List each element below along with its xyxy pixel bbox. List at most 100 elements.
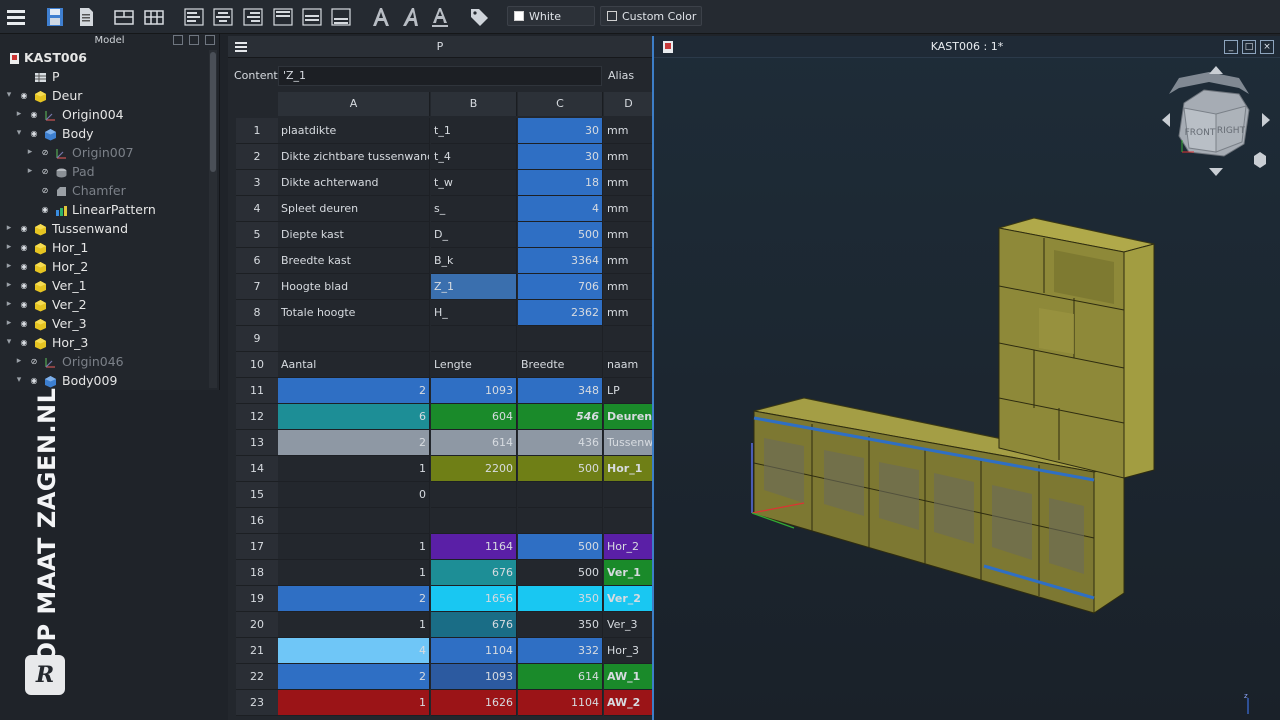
cell-d17[interactable]: Hor_2: [604, 534, 652, 560]
model-tree-scrollbar[interactable]: [209, 50, 217, 388]
cell-c7[interactable]: 706: [518, 274, 603, 300]
expand-down-icon[interactable]: ▾: [14, 124, 24, 143]
tree-item-ver_1[interactable]: ▸ ◉ Ver_1: [0, 276, 210, 295]
expand-right-icon[interactable]: ▸: [14, 352, 24, 371]
hidden-eye-icon[interactable]: ⊘: [28, 352, 40, 371]
panel-close-icon[interactable]: [205, 35, 215, 45]
column-header-a[interactable]: A: [278, 92, 430, 116]
cell-a1[interactable]: plaatdikte: [278, 118, 430, 144]
cell-a22[interactable]: 2: [278, 664, 430, 690]
cell-c3[interactable]: 18: [518, 170, 603, 196]
expand-right-icon[interactable]: ▸: [4, 219, 14, 238]
expand-right-icon[interactable]: ▸: [25, 143, 35, 162]
cell-c22[interactable]: 614: [518, 664, 603, 690]
tree-item-origin046[interactable]: ▸ ⊘ Origin046: [0, 352, 210, 371]
cell-c17[interactable]: 500: [518, 534, 603, 560]
cell-d9[interactable]: [604, 326, 652, 352]
tree-item-body[interactable]: ▾ ◉ Body: [0, 124, 210, 143]
tree-item-origin007[interactable]: ▸ ⊘ Origin007: [0, 143, 210, 162]
cell-c5[interactable]: 500: [518, 222, 603, 248]
cell-c15[interactable]: [518, 482, 603, 508]
list-icon[interactable]: [5, 6, 27, 28]
cell-c8[interactable]: 2362: [518, 300, 603, 326]
expand-right-icon[interactable]: ▸: [4, 238, 14, 257]
cell-b10[interactable]: Lengte: [431, 352, 517, 378]
row-header[interactable]: 4: [236, 196, 278, 222]
visible-eye-icon[interactable]: ◉: [28, 124, 40, 143]
row-header[interactable]: 21: [236, 638, 278, 664]
panel-restore-icon[interactable]: [189, 35, 199, 45]
align-right-icon[interactable]: [242, 6, 264, 28]
cell-a6[interactable]: Breedte kast: [278, 248, 430, 274]
cell-d4[interactable]: mm: [604, 196, 652, 222]
expand-right-icon[interactable]: ▸: [25, 162, 35, 181]
spreadsheet-menu-icon[interactable]: [234, 40, 248, 54]
cell-c19[interactable]: 350: [518, 586, 603, 612]
cell-a9[interactable]: [278, 326, 430, 352]
cell-a11[interactable]: 2: [278, 378, 430, 404]
row-header[interactable]: 12: [236, 404, 278, 430]
cell-b3[interactable]: t_w: [431, 170, 517, 196]
font-underline-icon[interactable]: [429, 6, 451, 28]
cell-b5[interactable]: D_: [431, 222, 517, 248]
cell-a16[interactable]: [278, 508, 430, 534]
content-input[interactable]: 'Z_1: [278, 66, 602, 86]
cell-b20[interactable]: 676: [431, 612, 517, 638]
cell-d16[interactable]: [604, 508, 652, 534]
row-header[interactable]: 6: [236, 248, 278, 274]
visible-eye-icon[interactable]: ◉: [18, 295, 30, 314]
nav-arrow-up-icon[interactable]: [1209, 66, 1223, 74]
cell-a15[interactable]: 0: [278, 482, 430, 508]
visible-eye-icon[interactable]: ◉: [18, 86, 30, 105]
minimize-icon[interactable]: _: [1224, 40, 1238, 54]
cell-d22[interactable]: AW_1: [604, 664, 652, 690]
cell-c6[interactable]: 3364: [518, 248, 603, 274]
row-header[interactable]: 1: [236, 118, 278, 144]
align-bottom-icon[interactable]: [330, 6, 352, 28]
cell-c10[interactable]: Breedte: [518, 352, 603, 378]
column-header-b[interactable]: B: [431, 92, 517, 116]
tree-item-ver_2[interactable]: ▸ ◉ Ver_2: [0, 295, 210, 314]
cell-c13[interactable]: 436: [518, 430, 603, 456]
tree-item-body009[interactable]: ▾ ◉ Body009: [0, 371, 210, 390]
cell-c2[interactable]: 30: [518, 144, 603, 170]
cell-b2[interactable]: t_4: [431, 144, 517, 170]
nav-arrow-right-icon[interactable]: [1262, 113, 1270, 127]
row-header[interactable]: 18: [236, 560, 278, 586]
cell-c16[interactable]: [518, 508, 603, 534]
cell-c18[interactable]: 500: [518, 560, 603, 586]
column-header-d[interactable]: D: [604, 92, 652, 116]
cell-a3[interactable]: Dikte achterwand: [278, 170, 430, 196]
cell-c9[interactable]: [518, 326, 603, 352]
cell-d5[interactable]: mm: [604, 222, 652, 248]
row-header[interactable]: 19: [236, 586, 278, 612]
cell-b22[interactable]: 1093: [431, 664, 517, 690]
align-left-icon[interactable]: [183, 6, 205, 28]
expand-right-icon[interactable]: ▸: [14, 105, 24, 124]
cell-b4[interactable]: s_: [431, 196, 517, 222]
cell-b16[interactable]: [431, 508, 517, 534]
custom-color-checkbox[interactable]: Custom Color: [600, 6, 702, 26]
row-header[interactable]: 22: [236, 664, 278, 690]
cell-c20[interactable]: 350: [518, 612, 603, 638]
row-header[interactable]: 23: [236, 690, 278, 716]
tag-icon[interactable]: [468, 6, 490, 28]
navigation-cube[interactable]: FRONT RIGHT: [1162, 66, 1270, 176]
tree-item-p[interactable]: P: [0, 67, 210, 86]
merge-icon[interactable]: [113, 6, 135, 28]
visible-eye-icon[interactable]: ◉: [18, 333, 30, 352]
cell-d2[interactable]: mm: [604, 144, 652, 170]
cell-a19[interactable]: 2: [278, 586, 430, 612]
row-header[interactable]: 9: [236, 326, 278, 352]
cell-b18[interactable]: 676: [431, 560, 517, 586]
panel-float-icon[interactable]: [173, 35, 183, 45]
cell-b21[interactable]: 1104: [431, 638, 517, 664]
visible-eye-icon[interactable]: ◉: [18, 219, 30, 238]
cell-b7[interactable]: Z_1: [431, 274, 517, 300]
cell-b6[interactable]: B_k: [431, 248, 517, 274]
row-header[interactable]: 14: [236, 456, 278, 482]
tree-item-deur[interactable]: ▾ ◉ Deur: [0, 86, 210, 105]
cell-a8[interactable]: Totale hoogte: [278, 300, 430, 326]
save-icon[interactable]: [44, 6, 66, 28]
cell-d3[interactable]: mm: [604, 170, 652, 196]
